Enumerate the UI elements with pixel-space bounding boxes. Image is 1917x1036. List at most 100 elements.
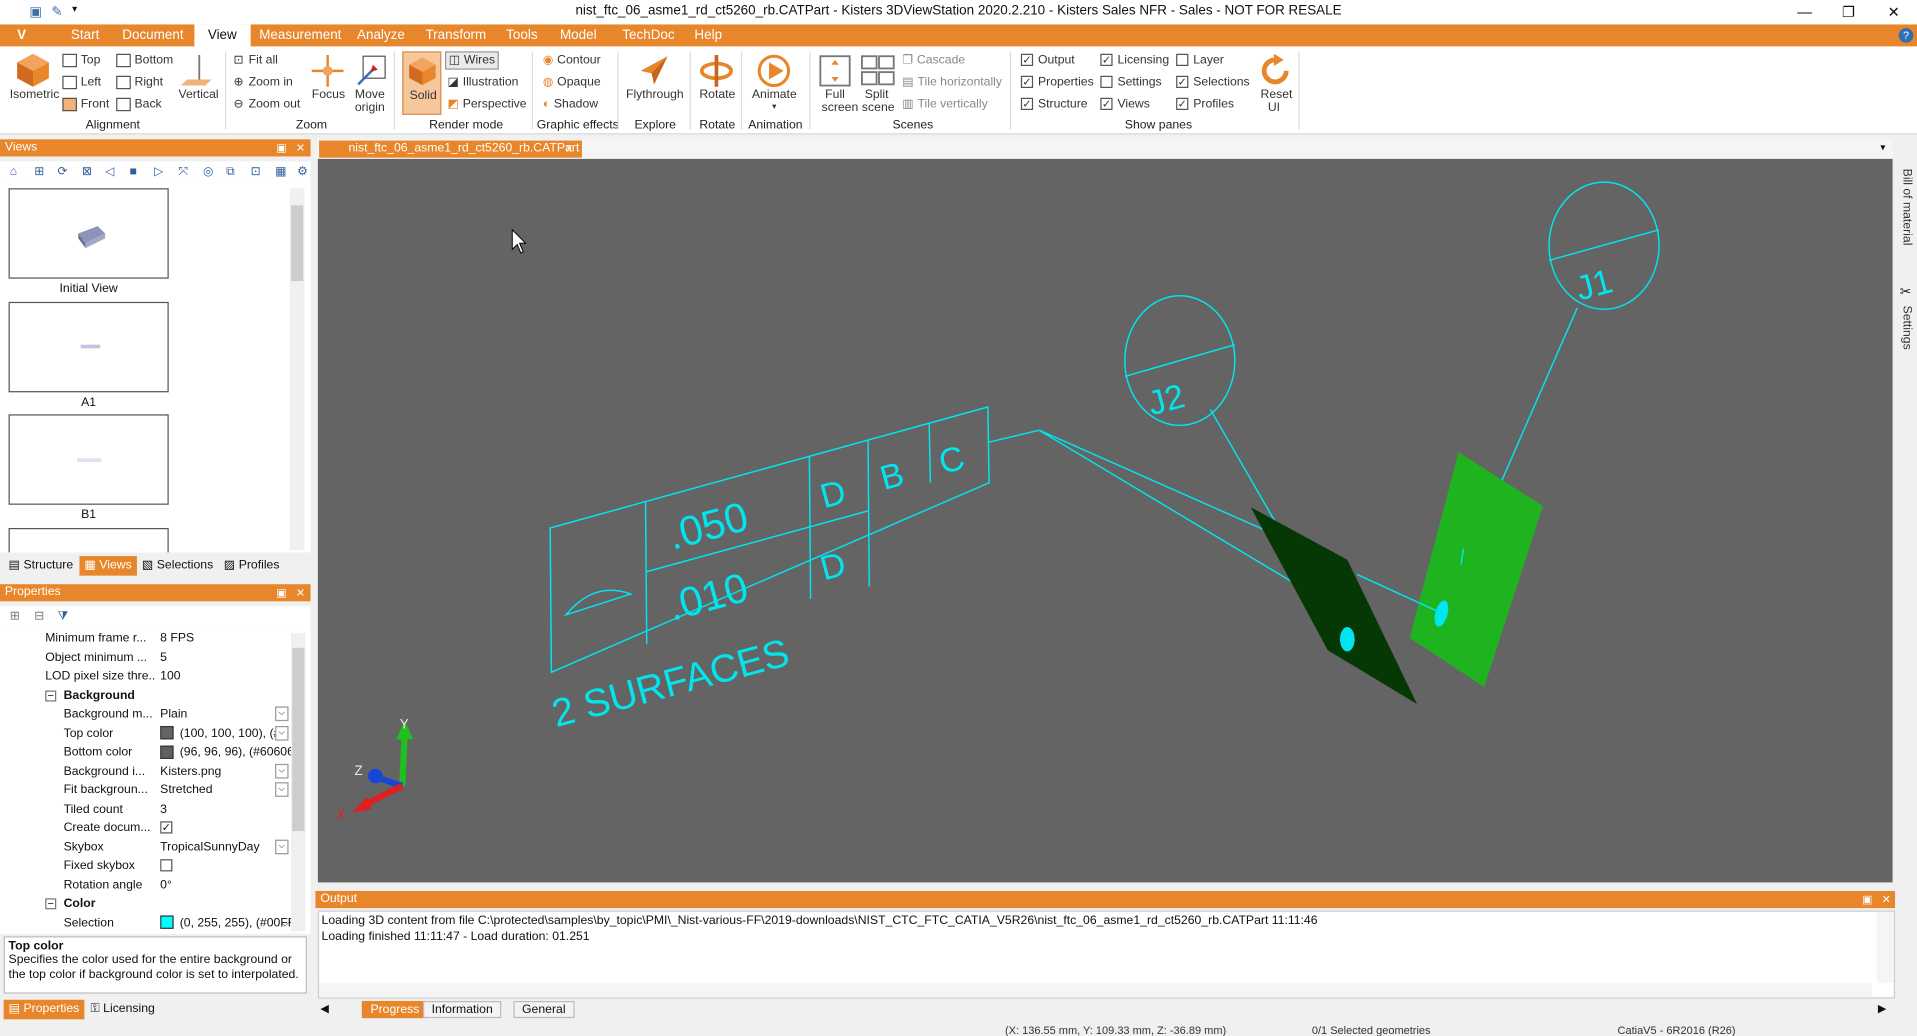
property-row[interactable]: Fit backgroun... Stretched ⌵	[0, 781, 291, 800]
pin-icon[interactable]: ▣	[1862, 891, 1872, 908]
app-menu-button[interactable]: V	[10, 24, 34, 46]
tab-selections[interactable]: ▧ Selections	[137, 556, 218, 576]
isometric-button[interactable]: Isometric	[10, 88, 60, 101]
property-row[interactable]: Rotation angle 0°	[0, 876, 291, 895]
tab-tools[interactable]: Tools	[499, 24, 545, 46]
output-vscrollbar[interactable]	[1876, 911, 1894, 983]
collapse-icon[interactable]: −	[45, 898, 57, 910]
view-thumbnail-initial[interactable]	[8, 188, 169, 279]
tab-document[interactable]: Document	[115, 24, 191, 46]
minimize-button[interactable]: —	[1783, 0, 1827, 24]
selections-checkbox[interactable]: ✓ Selections	[1176, 76, 1250, 89]
property-row[interactable]: Object minimum ... 5	[0, 648, 291, 667]
collapse-icon[interactable]: −	[45, 689, 57, 701]
view-thumbnail-b1[interactable]	[8, 414, 169, 505]
profiles-checkbox[interactable]: ✓ Profiles	[1176, 98, 1234, 111]
structure-checkbox[interactable]: ✓ Structure	[1020, 98, 1088, 111]
filter-icon[interactable]: ⧩	[57, 610, 68, 623]
wires-button[interactable]: ◫ Wires	[445, 51, 499, 70]
property-row[interactable]: Background i... Kisters.png ⌵	[0, 762, 291, 781]
zoom-out-button[interactable]: ⊖ Zoom out	[234, 98, 301, 111]
tab-views[interactable]: ▦ Views	[79, 556, 137, 576]
solid-button[interactable]: Solid	[402, 51, 442, 115]
views-scrollbar[interactable]	[289, 188, 305, 550]
tab-profiles[interactable]: ▨ Profiles	[219, 556, 285, 576]
fit-view-icon[interactable]: ⊡	[251, 165, 261, 178]
create-document-check-icon[interactable]: ✓	[160, 821, 173, 834]
close-tab-icon[interactable]: x	[566, 141, 572, 158]
home-view-icon[interactable]: ⌂	[10, 165, 17, 178]
right-view-button[interactable]: Right	[116, 75, 163, 89]
screen-view-icon[interactable]: ▦	[275, 165, 287, 178]
tab-progress[interactable]: Progress	[361, 1000, 428, 1019]
front-view-button[interactable]: Front	[62, 97, 109, 111]
vertical-button[interactable]: Vertical	[178, 88, 218, 101]
property-row[interactable]: Background m... Plain ⌵	[0, 705, 291, 724]
tab-information[interactable]: Information	[423, 1000, 502, 1019]
property-row[interactable]: Tiled count 3	[0, 800, 291, 819]
output-hscrollbar[interactable]	[319, 982, 1872, 998]
animate-button[interactable]: Animate ▾	[752, 88, 797, 111]
tab-structure[interactable]: ▤ Structure	[4, 556, 78, 576]
fullscreen-button[interactable]: Full screen	[822, 88, 859, 115]
tile-vertically-button[interactable]: ▥ Tile vertically	[902, 98, 987, 111]
dropdown-arrow-icon[interactable]: ⌵	[275, 706, 289, 722]
dark-green-face[interactable]	[1250, 507, 1417, 704]
dropdown-arrow-icon[interactable]: ⌵	[275, 725, 289, 741]
shadow-button[interactable]: ◐ Shadow	[543, 98, 598, 111]
top-view-button[interactable]: Top	[62, 53, 100, 67]
move-origin-button[interactable]: Move origin	[355, 88, 386, 115]
bottom-view-button[interactable]: Bottom	[116, 53, 173, 67]
property-row[interactable]: Skybox TropicalSunnyDay ⌵	[0, 838, 291, 857]
delete-view-icon[interactable]: ⊠	[82, 165, 92, 178]
property-row[interactable]: Top color (100, 100, 100), (#6 ⌵	[0, 724, 291, 743]
tab-start[interactable]: Start	[64, 24, 107, 46]
bill-of-material-tab[interactable]: Bill of material	[1900, 169, 1913, 246]
tab-licensing[interactable]: ⚿ Licensing	[86, 1000, 160, 1020]
illustration-button[interactable]: ◪ Illustration	[447, 76, 518, 89]
previous-view-icon[interactable]: ◁	[105, 165, 114, 178]
tab-model[interactable]: Model	[553, 24, 604, 46]
close-icon[interactable]: ✕	[1882, 891, 1891, 908]
tab-analyze[interactable]: Analyze	[350, 24, 413, 46]
properties-checkbox[interactable]: ✓ Properties	[1020, 76, 1094, 89]
tab-help[interactable]: Help	[687, 24, 729, 46]
expand-view-icon[interactable]: ⤧	[178, 165, 188, 178]
zoom-in-button[interactable]: ⊕ Zoom in	[234, 76, 293, 89]
pin-icon[interactable]: ▣	[276, 139, 286, 156]
views-scrollbar-thumb[interactable]	[290, 205, 304, 282]
split-scene-button[interactable]: Split scene	[862, 88, 895, 115]
contour-button[interactable]: ◉ Contour	[543, 54, 601, 67]
view-thumbnail-a1[interactable]	[8, 301, 169, 393]
property-row[interactable]: Minimum frame r... 8 FPS	[0, 629, 291, 648]
fixed-skybox-check-icon[interactable]	[160, 859, 173, 872]
left-view-button[interactable]: Left	[62, 75, 101, 89]
fit-all-button[interactable]: ⊡ Fit all	[234, 54, 278, 67]
close-window-button[interactable]: ✕	[1872, 0, 1916, 24]
property-row[interactable]: Create docum... ✓	[0, 819, 291, 838]
help-icon[interactable]: ?	[1898, 28, 1914, 43]
tabs-scroll-right-icon[interactable]: ▶	[1878, 1002, 1886, 1015]
dropdown-arrow-icon[interactable]: ⌵	[275, 763, 289, 778]
categorized-icon[interactable]: ⊞	[10, 610, 20, 623]
light-green-face[interactable]	[1409, 452, 1543, 687]
opaque-button[interactable]: ◍ Opaque	[543, 76, 601, 89]
add-view-icon[interactable]: ⊞	[34, 165, 44, 178]
property-row[interactable]: Fixed skybox	[0, 857, 291, 876]
alphabetical-icon[interactable]: ⊟	[34, 610, 44, 623]
dropdown-arrow-icon[interactable]: ⌵	[275, 782, 289, 797]
dropdown-arrow-icon[interactable]: ⌵	[275, 839, 289, 854]
scene-canvas[interactable]: .050 D B C .010 D 2 SURFACES J2 J1 Y Z X	[318, 159, 1893, 883]
maximize-button[interactable]: ❐	[1827, 0, 1871, 24]
tab-list-dropdown-icon[interactable]: ▾	[1880, 142, 1885, 153]
property-category-background[interactable]: − Background	[0, 686, 291, 705]
sync-view-icon[interactable]: ◎	[203, 165, 214, 178]
properties-scrollbar[interactable]	[290, 633, 306, 932]
reset-ui-button[interactable]: Reset UI	[1261, 88, 1293, 115]
views-checkbox[interactable]: ✓ Views	[1100, 98, 1150, 111]
close-icon[interactable]: ✕	[296, 584, 305, 601]
property-category-color[interactable]: − Color	[0, 895, 291, 914]
tab-general[interactable]: General	[513, 1000, 575, 1019]
licensing-checkbox[interactable]: ✓ Licensing	[1100, 54, 1169, 67]
stop-icon[interactable]: ■	[130, 165, 137, 178]
